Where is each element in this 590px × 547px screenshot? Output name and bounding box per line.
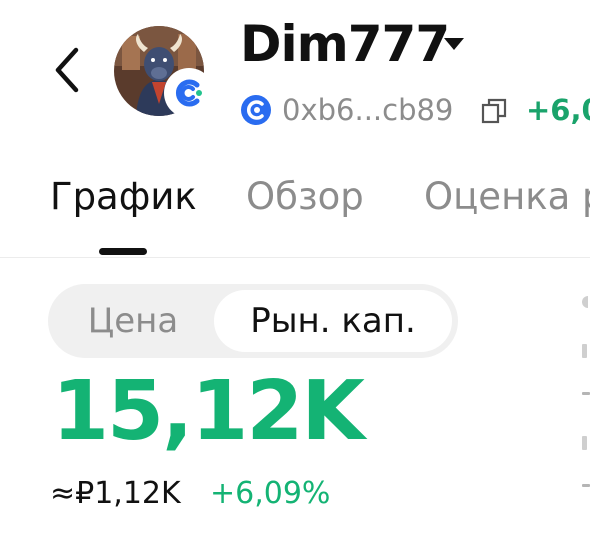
copy-icon[interactable]	[480, 96, 510, 126]
percent-change: +6,09%	[210, 476, 331, 511]
active-tab-indicator	[99, 248, 147, 255]
segment-market-cap[interactable]: Рын. кап.	[214, 290, 452, 352]
price-mcap-toggle: Цена Рын. кап.	[48, 284, 458, 358]
back-button[interactable]	[46, 44, 90, 96]
chevron-left-icon	[55, 47, 79, 93]
clipped-side-panel	[578, 288, 590, 508]
caret-down-icon[interactable]	[442, 36, 466, 52]
tab-overview[interactable]: Обзор	[246, 172, 364, 222]
tab-rating[interactable]: Оценка р	[424, 172, 590, 222]
contract-address: 0xb6...cb89	[282, 93, 454, 127]
tab-chart[interactable]: График	[50, 172, 197, 222]
fiat-value: ≈₽1,12K	[50, 476, 181, 511]
chain-logo-icon	[240, 94, 272, 126]
segment-price[interactable]: Цена	[48, 284, 218, 358]
tab-divider	[0, 257, 590, 258]
chain-badge-icon	[166, 70, 212, 116]
price-change-top: +6,0	[526, 93, 590, 127]
token-title[interactable]: Dim777	[240, 12, 450, 76]
market-cap-value: 15,12K	[52, 364, 365, 459]
